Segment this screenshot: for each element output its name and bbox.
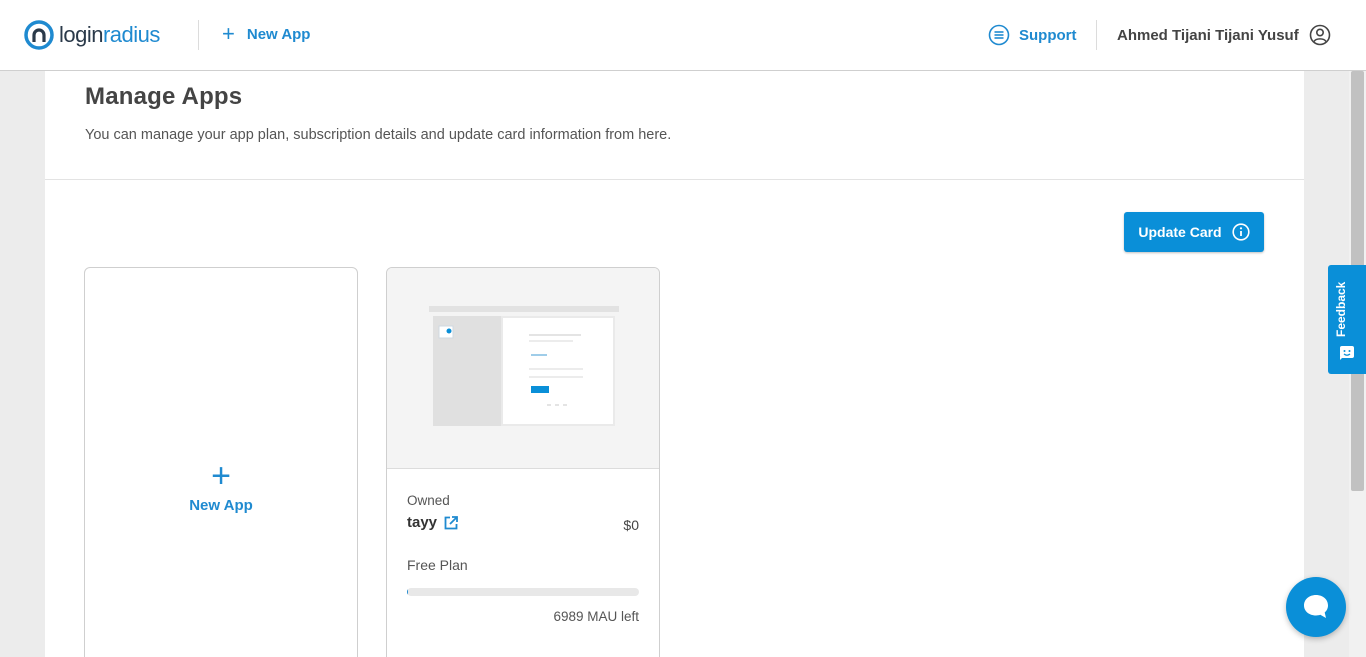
plan-name: Free Plan <box>407 557 468 573</box>
chat-bubble-icon <box>1304 595 1328 618</box>
new-app-card-label: New App <box>189 496 253 514</box>
feedback-smiley-icon <box>1340 346 1354 360</box>
top-navbar: loginradius + New App Support Ahmed Tija… <box>0 0 1366 71</box>
support-menu-icon <box>988 24 1010 46</box>
header-new-app-button[interactable]: + New App <box>222 21 311 46</box>
plus-icon: + <box>211 456 231 495</box>
user-menu[interactable]: Ahmed Tijani Tijani Yusuf <box>1117 24 1331 46</box>
plus-icon: + <box>222 21 235 46</box>
header-divider <box>1096 20 1097 50</box>
mau-left-text: 6989 MAU left <box>553 609 639 624</box>
mau-usage-bar <box>407 588 639 596</box>
app-name-link[interactable]: tayy <box>407 514 437 531</box>
chat-launcher-button[interactable] <box>1286 577 1346 637</box>
app-preview-image <box>429 306 619 426</box>
feedback-label: Feedback <box>1334 281 1348 337</box>
user-avatar-icon <box>1309 24 1331 46</box>
feedback-tab[interactable]: Feedback <box>1328 265 1366 374</box>
app-preview-thumbnail <box>387 268 659 469</box>
update-card-button[interactable]: Update Card <box>1124 212 1264 252</box>
page-subtitle: You can manage your app plan, subscripti… <box>85 127 672 143</box>
logo-wordmark: loginradius <box>59 22 160 47</box>
app-price: $0 <box>623 517 639 533</box>
app-info: Owned tayy $0 Free Plan 6989 MAU left <box>387 469 659 624</box>
app-card[interactable]: Owned tayy $0 Free Plan 6989 MAU left <box>386 267 660 657</box>
page-title: Manage Apps <box>85 83 243 110</box>
loginradius-logo[interactable]: loginradius <box>24 20 160 50</box>
page-header: Manage Apps You can manage your app plan… <box>45 71 1304 180</box>
main-panel: Manage Apps You can manage your app plan… <box>45 71 1304 657</box>
user-name: Ahmed Tijani Tijani Yusuf <box>1117 26 1299 44</box>
ownership-label: Owned <box>407 493 450 508</box>
app-name-row: tayy <box>407 514 639 531</box>
external-link-icon[interactable] <box>443 515 459 531</box>
support-label: Support <box>1019 26 1077 44</box>
mau-usage-fill <box>407 588 409 596</box>
header-new-app-label: New App <box>246 25 311 43</box>
new-app-card[interactable]: + New App <box>84 267 358 657</box>
update-card-label: Update Card <box>1138 224 1222 240</box>
header-divider <box>198 20 199 50</box>
support-button[interactable]: Support <box>988 24 1077 46</box>
info-icon <box>1232 223 1250 241</box>
loginradius-logo-icon <box>24 20 54 50</box>
